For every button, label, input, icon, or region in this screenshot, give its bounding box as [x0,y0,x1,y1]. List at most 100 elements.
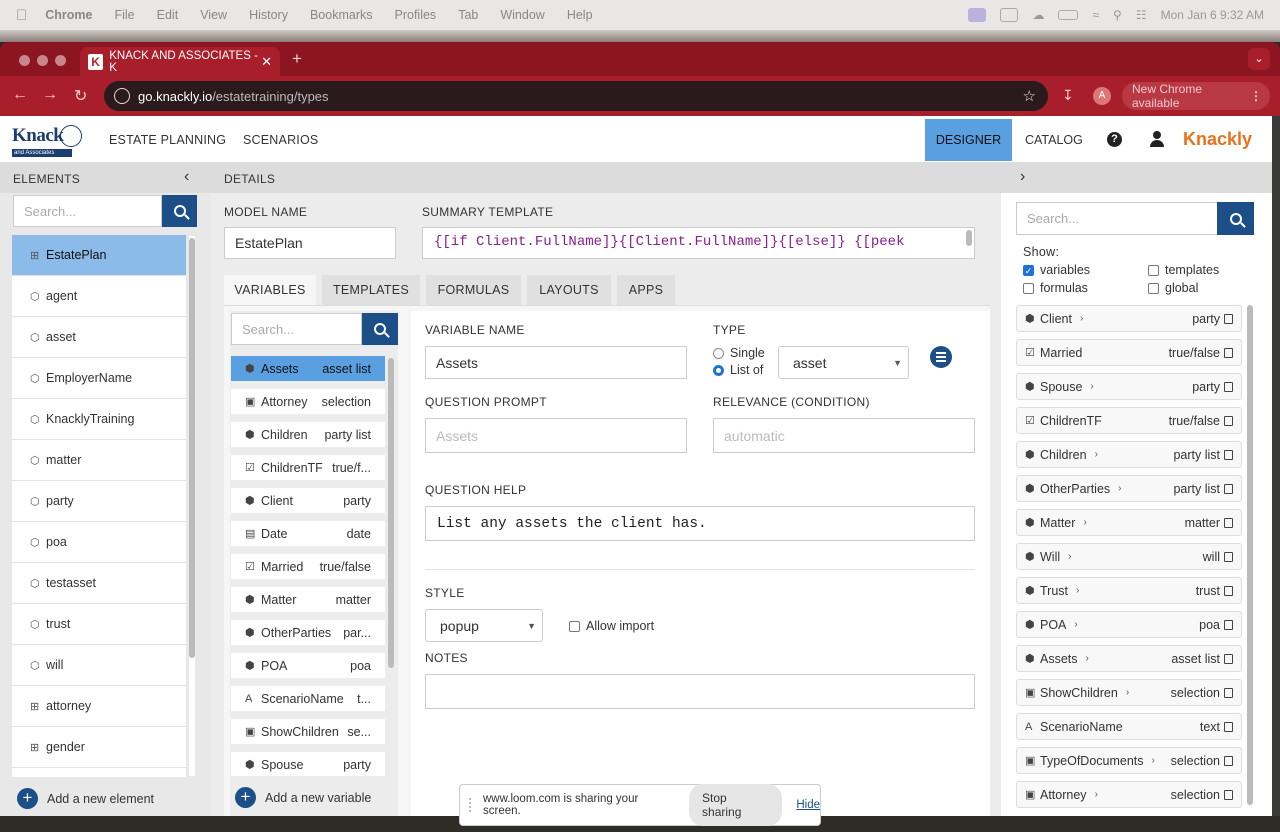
allow-import-checkbox[interactable]: Allow import [569,619,654,633]
element-item-agent[interactable]: ⬡ agent [12,276,186,317]
copy-icon[interactable] [1224,619,1233,630]
download-icon[interactable]: ↧ [1062,87,1074,104]
chevron-right-icon[interactable]: › [1068,551,1071,562]
hide-link[interactable]: Hide [796,799,820,811]
variable-name-input[interactable]: Assets [425,346,687,379]
apple-icon[interactable]:  [16,7,27,24]
screen-share-icon[interactable] [968,8,987,22]
copy-icon[interactable] [1224,347,1233,358]
company-logo[interactable]: Knack and Associates [12,125,82,157]
tab-templates[interactable]: TEMPLATES [322,275,420,305]
catalog-item-will[interactable]: ⬢ Will › will [1016,543,1242,570]
tab-layouts[interactable]: LAYOUTS [527,275,611,305]
elements-scrollbar[interactable] [189,236,195,776]
clock[interactable]: Mon Jan 6 9:32 AM [1161,8,1264,22]
radio-single[interactable]: Single [713,346,765,360]
copy-icon[interactable] [1224,517,1233,528]
element-item-gender[interactable]: ⊞ gender [12,727,186,768]
variables-search-button[interactable] [362,313,398,345]
site-info-icon[interactable] [114,88,130,104]
element-item-will[interactable]: ⬡ will [12,645,186,686]
bookmark-star-icon[interactable]: ☆ [1023,87,1036,105]
copy-icon[interactable] [1224,653,1233,664]
cloud-icon[interactable]: ☁ [1032,8,1044,22]
update-chrome-button[interactable]: New Chrome available ⋮ [1122,82,1270,110]
chevron-right-icon[interactable]: › [1118,483,1121,494]
summary-template-input[interactable]: {[if Client.FullName]}{[Client.FullName]… [422,227,975,259]
stop-sharing-button[interactable]: Stop sharing [689,784,783,826]
filter-global[interactable]: global [1148,281,1198,295]
elements-search-input[interactable]: Search... [13,195,162,227]
catalog-item-assets[interactable]: ⬢ Assets › asset list [1016,645,1242,672]
browser-tab[interactable]: K KNACK AND ASSOCIATES - K ✕ [80,47,280,76]
copy-icon[interactable] [1224,585,1233,596]
kebab-menu-icon[interactable]: ⋮ [1250,89,1262,103]
notes-input[interactable] [425,674,975,709]
spotlight-icon[interactable]: ⚲ [1113,8,1122,22]
variable-item-childrentf[interactable]: ☑ ChildrenTF true/f... [231,455,385,480]
element-item-poa[interactable]: ⬡ poa [12,522,186,563]
element-item-party[interactable]: ⬡ party [12,481,186,522]
variable-item-assets[interactable]: ⬢ Assets asset list [231,356,385,381]
catalog-scrollbar[interactable] [1247,305,1253,805]
collapse-left-icon[interactable]: ‹ [184,168,189,186]
model-name-input[interactable]: EstatePlan [224,227,396,259]
copy-icon[interactable] [1224,415,1233,426]
element-item-testasset[interactable]: ⬡ testasset [12,563,186,604]
menu-file[interactable]: File [114,8,134,22]
catalog-item-matter[interactable]: ⬢ Matter › matter [1016,509,1242,536]
relevance-input[interactable]: automatic [713,418,975,453]
filter-formulas-box[interactable] [1023,282,1034,294]
radio-list-of-circle[interactable] [713,364,724,376]
knackly-brand[interactable]: Knackly [1183,129,1252,150]
catalog-search-button[interactable] [1217,202,1254,235]
chevron-right-icon[interactable]: › [1095,449,1098,460]
chevron-right-icon[interactable]: › [1090,381,1093,392]
allow-import-box[interactable] [569,620,580,632]
copy-icon[interactable] [1224,313,1233,324]
nav-designer[interactable]: DESIGNER [925,119,1012,161]
window-close-button[interactable] [19,55,30,66]
variable-item-otherparties[interactable]: ⬢ OtherParties par... [231,620,385,645]
variable-item-showchildren[interactable]: ▣ ShowChildren se... [231,719,385,744]
menu-history[interactable]: History [249,8,288,22]
catalog-item-spouse[interactable]: ⬢ Spouse › party [1016,373,1242,400]
radio-single-circle[interactable] [713,347,724,359]
element-item-matter[interactable]: ⬡ matter [12,440,186,481]
radio-list-of[interactable]: List of [713,363,763,377]
menu-window[interactable]: Window [500,8,544,22]
nav-scenarios[interactable]: SCENARIOS [243,133,318,147]
catalog-item-client[interactable]: ⬢ Client › party [1016,305,1242,332]
variable-item-married[interactable]: ☑ Married true/false [231,554,385,579]
filter-templates-box[interactable] [1148,264,1159,276]
tab-close-icon[interactable]: ✕ [261,54,272,70]
variables-search-input[interactable]: Search... [231,313,362,345]
menu-edit[interactable]: Edit [157,8,179,22]
filter-formulas[interactable]: formulas [1023,281,1088,295]
catalog-item-attorney[interactable]: ▣ Attorney › selection [1016,781,1242,808]
catalog-item-typeofdocuments[interactable]: ▣ TypeOfDocuments › selection [1016,747,1242,774]
copy-icon[interactable] [1224,483,1233,494]
add-element-button[interactable]: + Add a new element [17,788,154,809]
new-tab-icon[interactable]: + [292,49,302,69]
tab-variables[interactable]: VARIABLES [224,275,316,305]
tab-apps[interactable]: APPS [617,275,675,305]
chevron-right-icon[interactable]: › [1095,789,1098,800]
chevron-right-icon[interactable]: › [1086,653,1089,664]
menu-view[interactable]: View [200,8,227,22]
variable-item-spouse[interactable]: ⬢ Spouse party [231,752,385,776]
summary-scrollbar[interactable] [966,230,972,246]
chevron-right-icon[interactable]: › [1152,755,1155,766]
copy-icon[interactable] [1224,721,1233,732]
filter-variables-box[interactable]: ✓ [1023,264,1034,276]
catalog-item-trust[interactable]: ⬢ Trust › trust [1016,577,1242,604]
variable-item-matter[interactable]: ⬢ Matter matter [231,587,385,612]
app-icon[interactable] [1000,8,1019,22]
catalog-search-input[interactable]: Search... [1016,202,1218,235]
chevron-right-icon[interactable]: › [1083,517,1086,528]
variable-item-client[interactable]: ⬢ Client party [231,488,385,513]
help-icon[interactable]: ? [1107,132,1122,147]
variable-item-poa[interactable]: ⬢ POA poa [231,653,385,678]
menu-bookmarks[interactable]: Bookmarks [310,8,373,22]
variable-item-date[interactable]: ▤ Date date [231,521,385,546]
